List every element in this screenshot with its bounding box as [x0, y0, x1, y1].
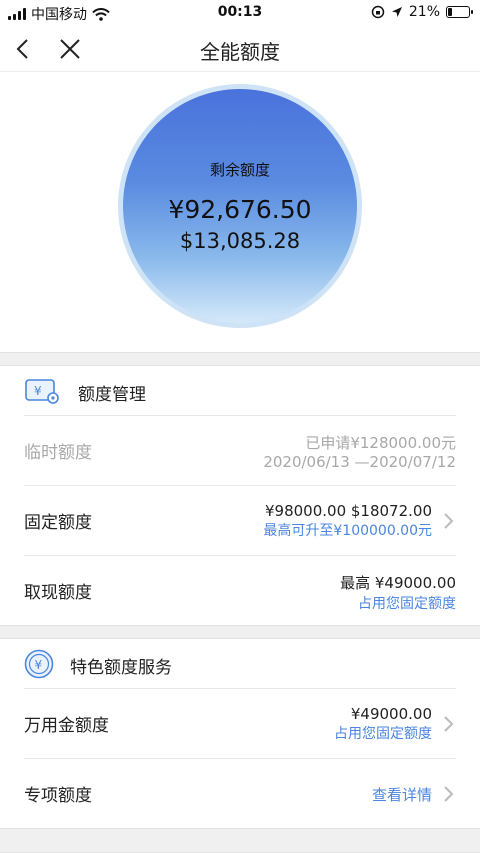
- temporary-quota-row: 临时额度 已申请¥128000.00元 2020/06/13 —2020/07/…: [24, 415, 456, 485]
- cash-quota-note: 占用您固定额度: [358, 596, 456, 612]
- cash-quota-detail: 最高 ¥49000.00 占用您固定额度: [340, 572, 456, 613]
- balance-label: 剩余额度: [209, 161, 270, 179]
- fixed-quota-max: 最高可升至¥100000.00元: [263, 523, 432, 539]
- svg-text:¥: ¥: [34, 384, 42, 398]
- status-bar: 中国移动 00:13 21%: [0, 0, 480, 26]
- nav-bar: 全能额度: [0, 26, 480, 72]
- yen-coin-icon: ¥: [24, 649, 54, 679]
- fixed-quota-amounts: ¥98000.00 $18072.00: [265, 502, 432, 520]
- fixed-quota-detail: ¥98000.00 $18072.00 最高可升至¥100000.00元: [263, 502, 432, 540]
- cash-quota-max: 最高 ¥49000.00: [340, 574, 456, 592]
- special-quota-link[interactable]: 查看详情: [372, 784, 432, 805]
- page-title: 全能额度: [200, 40, 280, 64]
- quota-card-gear-icon: ¥: [25, 379, 59, 404]
- fixed-quota-row[interactable]: 固定额度 ¥98000.00 $18072.00 最高可升至¥100000.00…: [24, 485, 456, 555]
- location-arrow-icon: [391, 7, 402, 17]
- chevron-right-icon: [444, 716, 454, 732]
- bottom-divider: [0, 828, 480, 853]
- special-service-title: 特色额度服务: [70, 658, 172, 678]
- cash-quota-label: 取现额度: [24, 583, 92, 603]
- status-right: 21%: [371, 4, 473, 20]
- universal-quota-row[interactable]: 万用金额度 ¥49000.00 占用您固定额度: [24, 688, 456, 758]
- battery-icon: [446, 6, 473, 18]
- quota-management-header: ¥ 额度管理: [0, 366, 480, 416]
- special-service-header: ¥ 特色额度服务: [0, 639, 480, 689]
- universal-quota-detail: ¥49000.00 占用您固定额度: [334, 705, 432, 743]
- chevron-right-icon: [444, 786, 454, 802]
- universal-quota-label: 万用金额度: [24, 716, 109, 736]
- balance-usd: $13,085.28: [179, 229, 301, 253]
- balance-circle: 剩余额度 ¥92,676.50 $13,085.28: [123, 89, 357, 323]
- section-divider: [0, 625, 480, 639]
- balance-circle-ring: 剩余额度 ¥92,676.50 $13,085.28: [118, 84, 362, 328]
- special-quota-row[interactable]: 专项额度 查看详情: [24, 758, 456, 828]
- fixed-quota-label: 固定额度: [24, 513, 92, 533]
- chevron-right-icon: [444, 513, 454, 529]
- temporary-quota-label: 临时额度: [24, 443, 92, 463]
- svg-text:¥: ¥: [35, 658, 43, 672]
- quota-management-title: 额度管理: [78, 385, 146, 405]
- temporary-quota-period: 2020/06/13 —2020/07/12: [263, 453, 456, 471]
- temporary-quota-applied: 已申请¥128000.00元: [305, 434, 456, 452]
- battery-percent: 21%: [408, 4, 440, 20]
- balance-cny: ¥92,676.50: [168, 195, 312, 224]
- universal-quota-note: 占用您固定额度: [334, 726, 432, 742]
- battery-fill: [448, 8, 452, 16]
- orientation-lock-icon: [371, 5, 385, 19]
- temporary-quota-detail: 已申请¥128000.00元 2020/06/13 —2020/07/12: [263, 432, 456, 471]
- balance-hero: 剩余额度 ¥92,676.50 $13,085.28: [0, 72, 480, 352]
- universal-quota-amount: ¥49000.00: [350, 705, 432, 723]
- view-details-link[interactable]: 查看详情: [372, 784, 432, 805]
- cash-quota-row: 取现额度 最高 ¥49000.00 占用您固定额度: [24, 555, 456, 625]
- section-divider: [0, 352, 480, 366]
- special-quota-label: 专项额度: [24, 786, 92, 806]
